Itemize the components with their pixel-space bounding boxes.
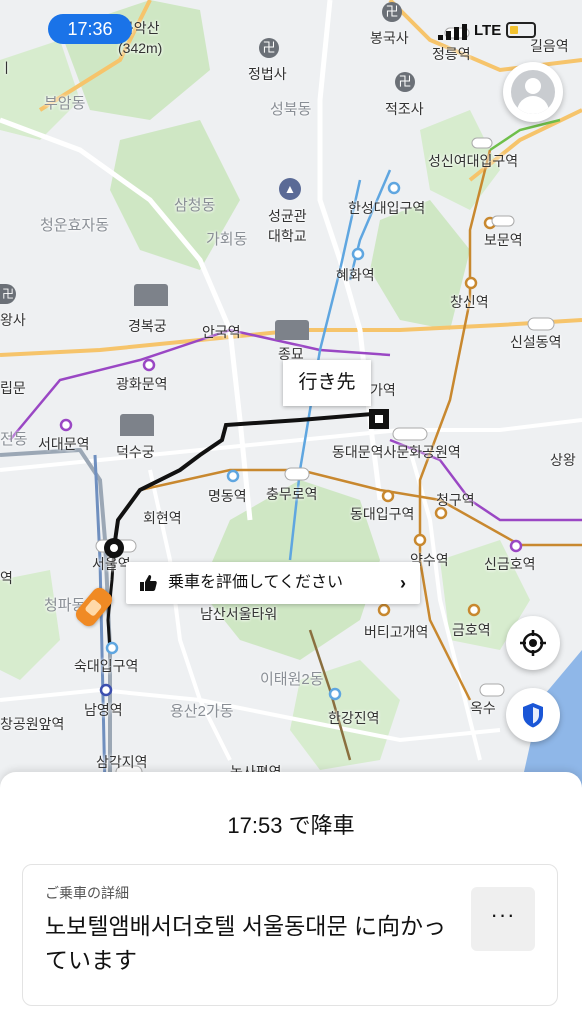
map-label-geumho: 금호역 bbox=[452, 622, 491, 638]
map-label-gyeongbokgung: 경복궁 bbox=[128, 318, 167, 334]
profile-button[interactable] bbox=[503, 62, 563, 122]
map-label-gwanghwamun: 광화문역 bbox=[116, 376, 168, 392]
map-label-jeokjosa: 적조사 bbox=[385, 101, 424, 117]
map-label-hyehwa: 혜화역 bbox=[336, 267, 375, 283]
battery-icon bbox=[506, 22, 536, 38]
shield-icon bbox=[523, 703, 543, 728]
map-label-samcheongdong: 삼청동 bbox=[174, 197, 216, 214]
map-label-deoksugung: 덕수궁 bbox=[116, 444, 155, 460]
map-label-changgong: 창공원앞역 bbox=[0, 716, 65, 732]
map-label-yongsan2: 용산2가동 bbox=[170, 703, 234, 720]
map-label-gahoedong: 가회동 bbox=[206, 231, 248, 248]
university-icon: ▲ bbox=[279, 178, 301, 200]
profile-icon bbox=[511, 70, 555, 114]
status-bar: 17:36 LTE bbox=[0, 0, 582, 50]
thumbs-up-icon bbox=[140, 575, 157, 591]
map-label-hangangjin: 한강진역 bbox=[328, 710, 380, 726]
rate-ride-button[interactable]: 乗車を評価してください › bbox=[126, 562, 420, 604]
palace-icon bbox=[120, 414, 154, 436]
map-label-sookmyung: 숙대입구역 bbox=[74, 658, 139, 674]
trip-details-card[interactable]: ご乗車の詳細 노보텔앰배서더호텔 서울동대문 に向かっています ··· bbox=[22, 864, 558, 1006]
map-label-wangsa: 왕사 bbox=[0, 312, 26, 328]
map-label-gayeok: 가역 bbox=[370, 382, 396, 398]
map-label-dongguk: 동대입구역 bbox=[350, 506, 415, 522]
map-label-oksu: 옥수 bbox=[470, 700, 496, 716]
status-time[interactable]: 17:36 bbox=[48, 14, 132, 44]
map-label-sangwang: 상왕 bbox=[550, 452, 576, 468]
map-label-chungmuro: 충무로역 bbox=[266, 486, 318, 502]
map-label-cheongun: 청운효자동 bbox=[40, 217, 110, 234]
map-label-jeongbeopsa: 정법사 bbox=[248, 66, 287, 82]
map-label-buamdong: 부암동 bbox=[44, 95, 86, 112]
map-label-namsan-tower: 남산서울타워 bbox=[200, 606, 278, 622]
map-label-changsin: 창신역 bbox=[450, 294, 489, 310]
safety-button[interactable] bbox=[506, 688, 560, 742]
map-label-seongbukdong: 성북동 bbox=[270, 101, 312, 118]
more-options-button[interactable]: ··· bbox=[471, 887, 535, 951]
trip-details-caption: ご乗車の詳細 bbox=[45, 885, 129, 901]
map-label-samgakji: 삼각지역 bbox=[96, 754, 148, 770]
temple-icon: 卍 bbox=[395, 72, 415, 92]
rate-ride-label: 乗車を評価してください bbox=[168, 574, 344, 591]
pickup-marker bbox=[104, 538, 124, 558]
map-label-sinseoldong: 신설동역 bbox=[510, 334, 562, 350]
trip-sheet: 17:53 で降車 ご乗車の詳細 노보텔앰배서더호텔 서울동대문 に向かっていま… bbox=[0, 772, 582, 1024]
palace-icon bbox=[134, 284, 168, 306]
network-type: LTE bbox=[474, 22, 502, 39]
chevron-right-icon: › bbox=[400, 573, 406, 593]
map-label-hoehyeon: 회현역 bbox=[143, 510, 182, 526]
palace-icon bbox=[275, 320, 309, 340]
map-label-ripmun: 립문 bbox=[0, 380, 26, 396]
map-label-edge-c: 전동 bbox=[0, 431, 28, 448]
locate-icon bbox=[520, 630, 546, 656]
trip-destination-title: 노보텔앰배서더호텔 서울동대문 に向かっています bbox=[45, 913, 447, 973]
map-view[interactable]: 卍 卍 卍 卍 ▲ 북악산 (342m) 봉국사 정릉역 길음역 정법사 부암동… bbox=[0, 0, 582, 790]
map-label-hansung: 한성대입구역 bbox=[348, 200, 426, 216]
map-label-skku: 성균관 대학교 bbox=[268, 208, 307, 244]
map-label-bomun: 보문역 bbox=[484, 232, 523, 248]
dropoff-eta: 17:53 で降車 bbox=[227, 813, 355, 838]
map-label-seodaemun: 서대문역 bbox=[38, 436, 90, 452]
map-label-ddp: 동대문역사문화공원역 bbox=[332, 444, 461, 460]
map-label-sungshin: 성신여대입구역 bbox=[428, 153, 519, 169]
map-label-namyeong: 남영역 bbox=[84, 702, 123, 718]
destination-marker bbox=[369, 409, 389, 429]
map-label-myeongdong: 명동역 bbox=[208, 488, 247, 504]
map-label-edge-a: ㅣ bbox=[0, 60, 13, 76]
map-label-itaewon2: 이태원2동 bbox=[260, 671, 324, 688]
map-label-singeumho: 신금호역 bbox=[484, 556, 536, 572]
map-label-anguk: 안국역 bbox=[202, 324, 241, 340]
map-label-edge-b: 역 bbox=[0, 570, 13, 586]
destination-label[interactable]: 行き先 bbox=[283, 360, 371, 406]
signal-icon bbox=[438, 24, 467, 40]
map-label-beotigogae: 버티고개역 bbox=[364, 624, 429, 640]
map-label-cheonggu: 청구역 bbox=[436, 492, 475, 508]
locate-button[interactable] bbox=[506, 616, 560, 670]
